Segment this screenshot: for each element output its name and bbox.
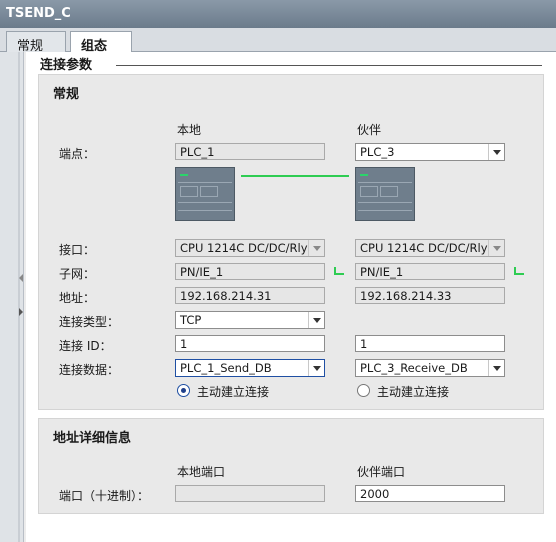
partner-plc-device-icon [355, 167, 415, 221]
partner-connection-data-dropdown[interactable]: PLC_3_Receive_DB [355, 359, 505, 377]
tab-general[interactable]: 常规 [6, 31, 66, 54]
dropdown-arrow-icon [488, 240, 504, 256]
local-endpoint-field: PLC_1 [175, 143, 325, 160]
port-label: 端口（十进制）： [59, 489, 150, 503]
local-connection-id-input[interactable]: 1 [175, 335, 325, 352]
content-area: 连接参数 常规 本地 伙伴 端点： PLC_1 PLC_3 接口： CPU 12… [26, 52, 556, 542]
partner-connection-id-input[interactable]: 1 [355, 335, 505, 352]
dropdown-arrow-icon[interactable] [488, 360, 504, 376]
tab-configuration[interactable]: 组态 [70, 31, 132, 54]
dropdown-arrow-icon[interactable] [308, 360, 324, 376]
connection-id-label: 连接 ID： [59, 339, 112, 353]
partner-interface-dropdown: CPU 1214C DC/DC/Rly, IE [355, 239, 505, 257]
local-port-field [175, 485, 325, 502]
dropdown-arrow-icon[interactable] [488, 144, 504, 160]
expand-right-icon[interactable] [19, 308, 23, 316]
local-port-header: 本地端口 [177, 465, 226, 479]
local-address-field: 192.168.214.31 [175, 287, 325, 304]
collapse-left-icon[interactable] [19, 274, 23, 282]
local-active-radio[interactable] [177, 384, 190, 397]
general-panel: 常规 本地 伙伴 端点： PLC_1 PLC_3 接口： CPU 1214C D… [38, 74, 544, 410]
interface-label: 接口： [59, 243, 96, 257]
local-column-header: 本地 [177, 123, 202, 137]
connection-link-line [241, 175, 349, 177]
connection-data-label: 连接数据： [59, 363, 120, 377]
dropdown-arrow-icon[interactable] [308, 312, 324, 328]
local-connection-data-value: PLC_1_Send_DB [180, 361, 272, 375]
connection-type-value: TCP [180, 313, 202, 327]
connection-type-label: 连接类型： [59, 315, 120, 329]
partner-connection-data-value: PLC_3_Receive_DB [360, 361, 468, 375]
partner-endpoint-value: PLC_3 [360, 145, 395, 159]
local-subnet-field: PN/IE_1 [175, 263, 325, 280]
connection-type-dropdown[interactable]: TCP [175, 311, 325, 329]
left-divider [18, 52, 20, 542]
general-panel-title: 常规 [53, 87, 80, 102]
address-details-title: 地址详细信息 [53, 431, 132, 446]
partner-active-radio[interactable] [357, 384, 370, 397]
partner-endpoint-dropdown[interactable]: PLC_3 [355, 143, 505, 161]
partner-address-field: 192.168.214.33 [355, 287, 505, 304]
local-interface-dropdown: CPU 1214C DC/DC/Rly, IE [175, 239, 325, 257]
partner-subnet-field: PN/IE_1 [355, 263, 505, 280]
partner-active-label: 主动建立连接 [377, 385, 450, 399]
partner-port-header: 伙伴端口 [357, 465, 406, 479]
endpoint-label: 端点： [59, 147, 96, 161]
section-title: 连接参数 [40, 54, 99, 73]
network-connector-icon [514, 267, 524, 275]
partner-port-input[interactable]: 2000 [355, 485, 505, 502]
window-title: TSEND_C [0, 0, 556, 28]
address-details-panel: 地址详细信息 本地端口 伙伴端口 端口（十进制）： 2000 [38, 418, 544, 514]
local-interface-value: CPU 1214C DC/DC/Rly, IE [180, 241, 325, 255]
dropdown-arrow-icon [308, 240, 324, 256]
address-label: 地址： [59, 291, 96, 305]
partner-interface-value: CPU 1214C DC/DC/Rly, IE [360, 241, 505, 255]
local-active-label: 主动建立连接 [197, 385, 270, 399]
local-plc-device-icon [175, 167, 235, 221]
local-connection-data-dropdown[interactable]: PLC_1_Send_DB [175, 359, 325, 377]
partner-column-header: 伙伴 [357, 123, 382, 137]
subnet-label: 子网： [59, 267, 96, 281]
left-gutter [0, 52, 24, 542]
section-divider [116, 65, 542, 66]
network-connector-icon [334, 267, 344, 275]
tab-strip: 常规 组态 [0, 28, 556, 54]
